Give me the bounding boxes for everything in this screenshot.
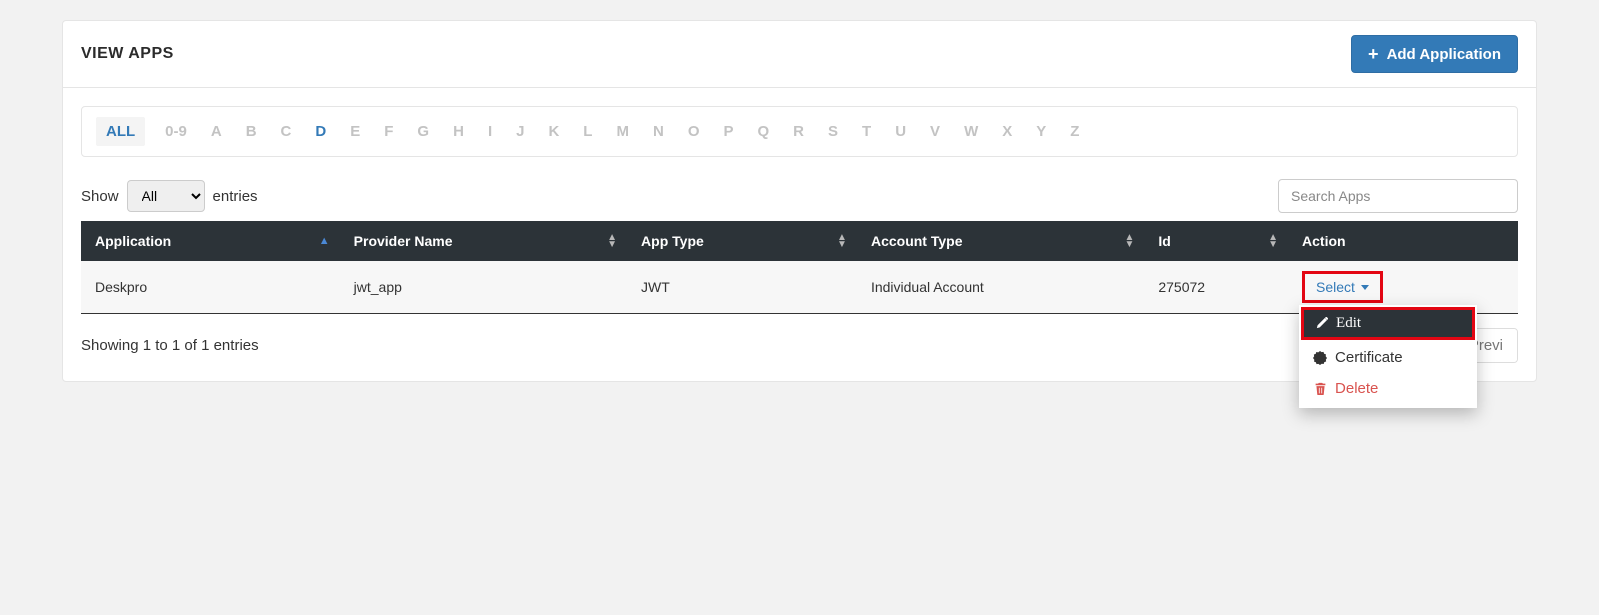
dropdown-delete-label: Delete [1335,380,1378,397]
filter-letter-e[interactable]: E [346,121,364,142]
apps-table: Application ▲ Provider Name ▲▼ App Type … [81,221,1518,314]
filter-letter-o[interactable]: O [684,121,704,142]
page-title: VIEW APPS [81,45,174,63]
filter-letter-q[interactable]: Q [754,121,774,142]
filter-letter-j[interactable]: J [512,121,528,142]
certificate-icon [1313,351,1327,365]
filter-letter-u[interactable]: U [891,121,910,142]
filter-letter-p[interactable]: P [719,121,737,142]
sort-icon: ▲▼ [1124,234,1134,248]
cell-provider-name: jwt_app [340,261,627,314]
filter-letter-x[interactable]: X [998,121,1016,142]
filter-letter-r[interactable]: R [789,121,808,142]
col-provider-name[interactable]: Provider Name ▲▼ [340,221,627,261]
filter-letter-z[interactable]: Z [1066,121,1083,142]
filter-letter-h[interactable]: H [449,121,468,142]
filter-letter-t[interactable]: T [858,121,875,142]
filter-letter-m[interactable]: M [612,121,633,142]
filter-letter-y[interactable]: Y [1032,121,1050,142]
cell-application: Deskpro [81,261,340,314]
sort-icon: ▲▼ [837,234,847,248]
filter-0-9[interactable]: 0-9 [161,121,191,142]
filter-letter-l[interactable]: L [579,121,596,142]
caret-down-icon [1361,285,1369,290]
show-label: Show [81,188,119,205]
filter-letter-n[interactable]: N [649,121,668,142]
dropdown-item-edit[interactable]: Edit [1304,310,1472,337]
header-divider [63,87,1536,88]
select-action-button[interactable]: Select [1305,274,1380,300]
filter-letter-b[interactable]: B [242,121,261,142]
search-box [1278,179,1518,213]
search-input[interactable] [1278,179,1518,213]
filter-letter-c[interactable]: C [277,121,296,142]
filter-letter-g[interactable]: G [413,121,433,142]
table-controls: Show All entries [81,179,1518,213]
filter-letter-v[interactable]: V [926,121,944,142]
filter-letter-k[interactable]: K [544,121,563,142]
filter-all[interactable]: ALL [96,117,145,146]
panel-header: VIEW APPS + Add Application [81,21,1518,87]
dropdown-certificate-label: Certificate [1335,349,1403,366]
add-application-button[interactable]: + Add Application [1351,35,1518,73]
cell-id: 275072 [1144,261,1288,314]
apps-panel: VIEW APPS + Add Application ALL 0-9 ABCD… [62,20,1537,382]
alpha-filter: ALL 0-9 ABCDEFGHIJKLMNOPQRSTUVWXYZ [81,106,1518,157]
col-application[interactable]: Application ▲ [81,221,340,261]
dropdown-item-delete[interactable]: Delete [1299,373,1477,404]
add-application-label: Add Application [1387,46,1501,63]
action-dropdown: Edit Certificate Delete [1299,305,1477,408]
filter-letter-a[interactable]: A [207,121,226,142]
trash-icon [1313,382,1327,396]
entries-label: entries [213,188,258,205]
cell-app-type: JWT [627,261,857,314]
entries-select[interactable]: All [127,180,205,212]
sort-asc-icon: ▲ [319,235,330,247]
dropdown-item-certificate[interactable]: Certificate [1299,342,1477,373]
show-entries: Show All entries [81,180,258,212]
filter-letter-d[interactable]: D [311,121,330,142]
col-app-type[interactable]: App Type ▲▼ [627,221,857,261]
sort-icon: ▲▼ [607,234,617,248]
filter-letter-s[interactable]: S [824,121,842,142]
dropdown-edit-label: Edit [1336,315,1361,332]
plus-icon: + [1368,45,1379,63]
entries-info: Showing 1 to 1 of 1 entries [81,337,259,354]
cell-account-type: Individual Account [857,261,1144,314]
sort-icon: ▲▼ [1268,234,1278,248]
filter-letter-i[interactable]: I [484,121,496,142]
col-action: Action [1288,221,1518,261]
col-account-type[interactable]: Account Type ▲▼ [857,221,1144,261]
filter-letter-f[interactable]: F [380,121,397,142]
pencil-icon [1314,317,1328,331]
dropdown-edit-highlight: Edit [1301,307,1475,340]
select-highlight: Select [1302,271,1383,303]
filter-letter-w[interactable]: W [960,121,982,142]
col-id[interactable]: Id ▲▼ [1144,221,1288,261]
